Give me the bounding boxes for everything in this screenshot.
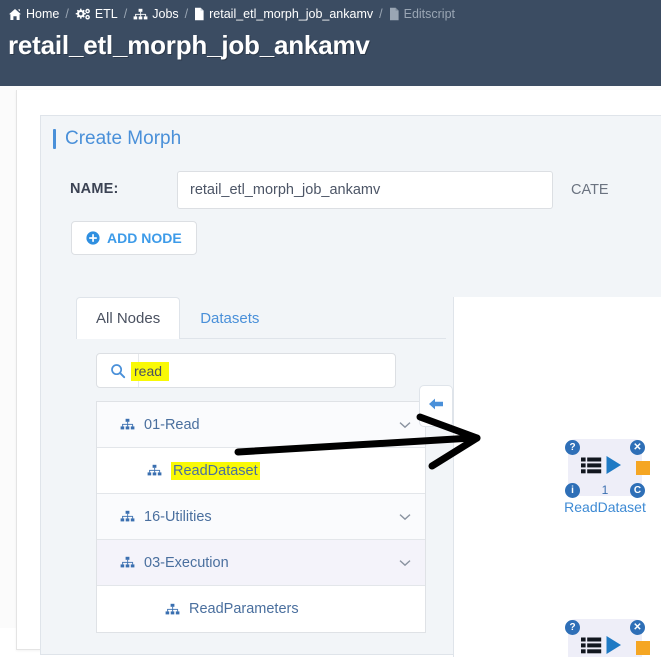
sitemap-icon: [120, 418, 135, 431]
canvas-node-2[interactable]: ? ✕ i C: [564, 619, 646, 657]
list-icon: [581, 457, 602, 479]
add-node-label: ADD NODE: [107, 230, 182, 246]
tab-datasets[interactable]: Datasets: [180, 297, 279, 339]
node-picker: All Nodes Datasets re: [76, 297, 446, 657]
canvas-node-1[interactable]: ? ✕ i C: [564, 439, 646, 499]
node-glyphs: [581, 455, 622, 480]
page-body: Create Morph NAME: CATE ADD NODE: [0, 86, 661, 628]
output-port[interactable]: [636, 641, 650, 655]
node-item-label: ReadParameters: [189, 601, 299, 617]
breadcrumb-separator: /: [185, 7, 188, 21]
panel-title: Create Morph: [65, 128, 181, 150]
help-icon[interactable]: ?: [565, 440, 580, 455]
node-item-readparameters[interactable]: ReadParameters: [97, 586, 425, 632]
morph-name-input[interactable]: [177, 171, 553, 209]
chevron-down-icon: [399, 508, 411, 526]
node-item-label: ReadDataset: [171, 462, 260, 480]
breadcrumb-label: Home: [26, 7, 59, 21]
search-input[interactable]: [139, 354, 395, 387]
add-node-button[interactable]: ADD NODE: [71, 221, 197, 255]
file-icon: [194, 7, 205, 21]
play-icon: [605, 455, 622, 480]
node-group-label: 03-Execution: [144, 555, 229, 571]
search-icon: [97, 354, 139, 387]
breadcrumb-separator: /: [124, 7, 127, 21]
node-label: ReadDataset: [552, 499, 658, 515]
close-icon[interactable]: ✕: [630, 440, 645, 455]
breadcrumb-item-jobs[interactable]: Jobs: [133, 7, 178, 21]
category-label: CATE: [571, 182, 611, 198]
arrow-left-icon: [427, 396, 445, 417]
content-card: Create Morph NAME: CATE ADD NODE: [16, 90, 661, 650]
sitemap-icon: [120, 510, 135, 523]
name-row: NAME: CATE: [70, 171, 661, 209]
app-header: Home / ETL /: [0, 0, 661, 86]
node-group-label: 01-Read: [144, 417, 200, 433]
breadcrumb-label: retail_etl_morph_job_ankamv: [209, 7, 373, 21]
breadcrumb-item-etl[interactable]: ETL: [75, 7, 118, 21]
name-label: NAME:: [70, 181, 119, 197]
node-item-readdataset[interactable]: ReadDataset: [97, 448, 425, 494]
sitemap-icon: [147, 464, 162, 477]
node-list: 01-Read: [96, 401, 426, 633]
home-icon: [8, 8, 22, 21]
chevron-down-icon: [399, 416, 411, 434]
node-group-03-execution[interactable]: 03-Execution: [97, 540, 425, 586]
node-group-16-utilities[interactable]: 16-Utilities: [97, 494, 425, 540]
heading-accent-bar: [53, 129, 56, 149]
tab-label: All Nodes: [96, 310, 160, 327]
create-morph-panel: Create Morph NAME: CATE ADD NODE: [40, 115, 661, 655]
breadcrumb-separator: /: [379, 7, 382, 21]
file-icon: [389, 7, 400, 21]
play-icon: [605, 635, 622, 657]
output-port[interactable]: [636, 461, 650, 475]
sitemap-icon: [133, 8, 148, 21]
gears-icon: [75, 8, 91, 21]
panel-heading: Create Morph: [53, 128, 181, 150]
breadcrumb-label: Jobs: [152, 7, 178, 21]
breadcrumb-separator: /: [65, 7, 68, 21]
collapse-panel-button[interactable]: [419, 385, 453, 427]
sitemap-icon: [120, 556, 135, 569]
breadcrumb-label: ETL: [95, 7, 118, 21]
breadcrumb: Home / ETL /: [8, 4, 455, 24]
node-group-label: 16-Utilities: [144, 509, 212, 525]
search-box[interactable]: [96, 353, 396, 388]
morph-canvas[interactable]: ? ✕ i C: [453, 297, 661, 657]
breadcrumb-item-editscript: Editscript: [389, 7, 455, 21]
list-icon: [581, 637, 602, 657]
picker-tabs: All Nodes Datasets: [76, 297, 279, 339]
tab-all-nodes[interactable]: All Nodes: [76, 297, 180, 339]
chevron-down-icon: [399, 554, 411, 572]
node-glyphs: [581, 635, 622, 657]
breadcrumb-label: Editscript: [404, 7, 455, 21]
tab-label: Datasets: [200, 310, 259, 327]
breadcrumb-item-home[interactable]: Home: [8, 7, 59, 21]
breadcrumb-item-job-name[interactable]: retail_etl_morph_job_ankamv: [194, 7, 373, 21]
plus-circle-icon: [86, 231, 100, 245]
sitemap-icon: [165, 603, 180, 616]
info-icon[interactable]: i: [565, 483, 580, 498]
refresh-icon[interactable]: C: [630, 483, 645, 498]
page-title: retail_etl_morph_job_ankamv: [8, 30, 370, 61]
node-group-01-read[interactable]: 01-Read: [97, 402, 425, 448]
